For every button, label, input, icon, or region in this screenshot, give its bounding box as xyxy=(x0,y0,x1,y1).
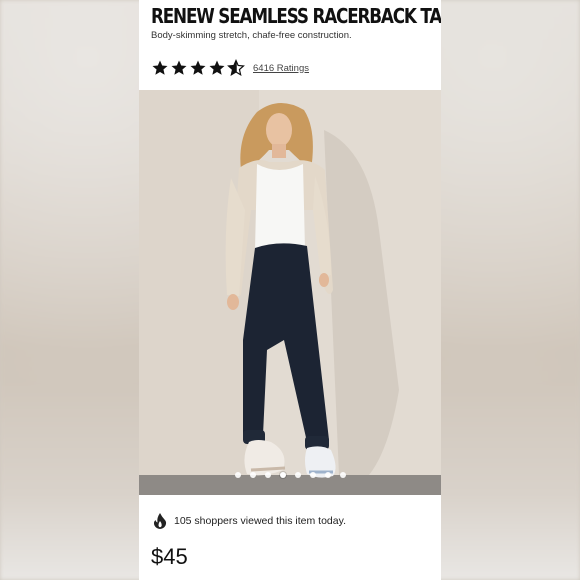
product-subtitle: Body-skimming stretch, chafe-free constr… xyxy=(151,30,352,41)
carousel-dot[interactable] xyxy=(309,472,316,478)
flame-icon xyxy=(153,513,167,529)
carousel-dot-active[interactable] xyxy=(279,472,286,478)
rating-row: 6416 Ratings xyxy=(151,58,309,78)
carousel-dot[interactable] xyxy=(264,472,271,478)
shoppers-viewed-text: 105 shoppers viewed this item today. xyxy=(174,515,346,527)
star-icon xyxy=(190,60,206,75)
product-card: RENEW SEAMLESS RACERBACK TANK Body-skimm… xyxy=(139,0,441,580)
model-photo xyxy=(139,90,441,495)
carousel-dot[interactable] xyxy=(249,472,256,478)
star-icon xyxy=(171,60,187,75)
product-price: $45 xyxy=(151,544,188,569)
carousel-dot[interactable] xyxy=(339,472,346,478)
star-half-icon xyxy=(227,59,245,76)
star-icon xyxy=(152,60,168,75)
shoppers-viewed-notice: 105 shoppers viewed this item today. xyxy=(153,513,346,529)
product-title: RENEW SEAMLESS RACERBACK TANK xyxy=(151,4,441,28)
star-rating xyxy=(151,59,245,77)
product-image[interactable] xyxy=(139,90,441,495)
carousel-dot[interactable] xyxy=(234,472,241,478)
carousel-dots xyxy=(139,472,441,478)
star-icon xyxy=(209,60,225,75)
carousel-dot[interactable] xyxy=(294,472,301,478)
carousel-dot[interactable] xyxy=(324,472,331,478)
ratings-count-link[interactable]: 6416 Ratings xyxy=(253,63,309,74)
